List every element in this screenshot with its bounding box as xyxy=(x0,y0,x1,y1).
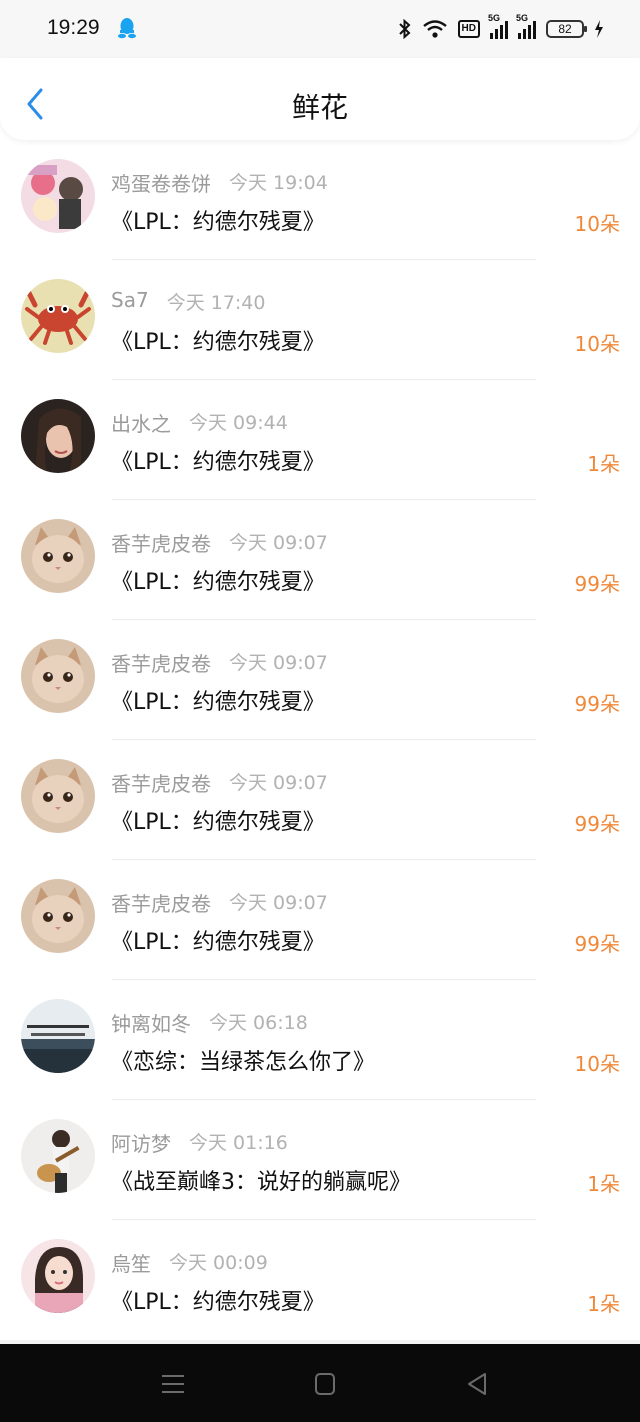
page-title: 鲜花 xyxy=(291,91,348,124)
send-time: 今天 17:40 xyxy=(166,292,266,314)
list-item[interactable]: 香芋虎皮卷 今天 09:07 《LPL：约德尔残夏》 99朵 xyxy=(0,740,640,860)
avatar[interactable] xyxy=(21,279,95,353)
avatar[interactable] xyxy=(21,1119,95,1193)
avatar[interactable] xyxy=(21,759,95,833)
avatar[interactable] xyxy=(21,1239,95,1313)
avatar[interactable] xyxy=(21,879,95,953)
signal-1-label: 5G xyxy=(488,13,501,23)
sender-name: 香芋虎皮卷 xyxy=(111,892,211,916)
item-meta: 出水之 今天 09:44 xyxy=(111,408,288,437)
signal-1-icon: 5G xyxy=(488,13,508,39)
list-item[interactable]: 出水之 今天 09:44 《LPL：约德尔残夏》 1朵 xyxy=(0,380,640,500)
send-time: 今天 09:07 xyxy=(229,772,328,794)
avatar[interactable] xyxy=(21,639,95,713)
flower-amount: 1朵 xyxy=(587,452,620,476)
sender-name: 出水之 xyxy=(111,412,171,436)
item-meta: 香芋虎皮卷 今天 09:07 xyxy=(111,648,328,677)
hd-badge: HD xyxy=(457,20,480,38)
list-item[interactable]: 香芋虎皮卷 今天 09:07 《LPL：约德尔残夏》 99朵 xyxy=(0,500,640,620)
list-item[interactable]: 钟离如冬 今天 06:18 《恋综：当绿茶怎么你了》 10朵 xyxy=(0,980,640,1100)
flower-amount: 99朵 xyxy=(574,572,620,596)
send-time: 今天 09:44 xyxy=(189,412,288,434)
header-bar: 鲜花 xyxy=(0,58,640,140)
status-bar: 19:29 HD 5G 5G 82 xyxy=(0,0,640,58)
avatar[interactable] xyxy=(21,519,95,593)
send-time: 今天 09:07 xyxy=(229,652,328,674)
book-title[interactable]: 《LPL：约德尔残夏》 xyxy=(111,684,325,716)
book-title[interactable]: 《LPL：约德尔残夏》 xyxy=(111,1284,325,1316)
wifi-icon xyxy=(422,20,447,38)
item-meta: 香芋虎皮卷 今天 09:07 xyxy=(111,528,328,557)
charging-icon xyxy=(595,20,603,38)
book-title[interactable]: 《LPL：约德尔残夏》 xyxy=(111,804,325,836)
item-meta: 香芋虎皮卷 今天 09:07 xyxy=(111,768,328,797)
book-title[interactable]: 《LPL：约德尔残夏》 xyxy=(111,564,325,596)
system-navigation-bar xyxy=(0,1344,640,1422)
book-title[interactable]: 《LPL：约德尔残夏》 xyxy=(111,924,325,956)
menu-icon[interactable] xyxy=(158,1370,188,1398)
list-item[interactable]: 鸡蛋卷卷饼 今天 19:04 《LPL：约德尔残夏》 10朵 xyxy=(0,140,640,260)
list-item[interactable]: 烏笙 今天 00:09 《LPL：约德尔残夏》 1朵 xyxy=(0,1220,640,1340)
signal-2-icon: 5G xyxy=(516,13,536,39)
flower-amount: 1朵 xyxy=(587,1172,620,1196)
flower-amount: 10朵 xyxy=(574,1052,620,1076)
book-title[interactable]: 《LPL：约德尔残夏》 xyxy=(111,324,325,356)
send-time: 今天 09:07 xyxy=(229,532,328,554)
book-title[interactable]: 《恋综：当绿茶怎么你了》 xyxy=(111,1044,375,1076)
sender-name: 阿访梦 xyxy=(111,1132,171,1156)
item-meta: 钟离如冬 今天 06:18 xyxy=(111,1008,308,1037)
send-time: 今天 00:09 xyxy=(169,1252,268,1274)
flower-amount: 99朵 xyxy=(574,692,620,716)
item-meta: 鸡蛋卷卷饼 今天 19:04 xyxy=(111,168,328,197)
book-title[interactable]: 《LPL：约德尔残夏》 xyxy=(111,204,325,236)
avatar[interactable] xyxy=(21,399,95,473)
list-item[interactable]: 香芋虎皮卷 今天 09:07 《LPL：约德尔残夏》 99朵 xyxy=(0,860,640,980)
send-time: 今天 06:18 xyxy=(209,1012,308,1034)
flower-amount: 10朵 xyxy=(574,212,620,236)
home-icon[interactable] xyxy=(310,1370,340,1398)
flower-amount: 99朵 xyxy=(574,932,620,956)
flower-list: 鸡蛋卷卷饼 今天 19:04 《LPL：约德尔残夏》 10朵 Sa7 今天 17… xyxy=(0,140,640,1344)
flower-amount: 99朵 xyxy=(574,812,620,836)
back-triangle-icon[interactable] xyxy=(463,1370,493,1398)
sender-name: 香芋虎皮卷 xyxy=(111,652,211,676)
send-time: 今天 19:04 xyxy=(229,172,328,194)
send-time: 今天 09:07 xyxy=(229,892,328,914)
signal-2-label: 5G xyxy=(516,13,529,23)
flower-amount: 1朵 xyxy=(587,1292,620,1316)
book-title[interactable]: 《战至巅峰3：说好的躺赢呢》 xyxy=(111,1164,411,1196)
sender-name: 烏笙 xyxy=(111,1252,151,1276)
status-indicators: HD 5G 5G 82 xyxy=(398,13,604,42)
sender-name: Sa7 xyxy=(111,288,149,312)
qq-icon xyxy=(118,18,136,39)
status-time: 19:29 xyxy=(47,16,100,39)
avatar[interactable] xyxy=(21,999,95,1073)
item-meta: Sa7 今天 17:40 xyxy=(111,288,265,315)
battery-level: 82 xyxy=(558,22,572,36)
book-title[interactable]: 《LPL：约德尔残夏》 xyxy=(111,444,325,476)
list-item[interactable]: Sa7 今天 17:40 《LPL：约德尔残夏》 10朵 xyxy=(0,260,640,380)
avatar[interactable] xyxy=(21,159,95,233)
send-time: 今天 01:16 xyxy=(189,1132,288,1154)
sender-name: 香芋虎皮卷 xyxy=(111,772,211,796)
flower-amount: 10朵 xyxy=(574,332,620,356)
battery-icon: 82 xyxy=(546,20,587,38)
sender-name: 鸡蛋卷卷饼 xyxy=(111,172,211,196)
item-meta: 香芋虎皮卷 今天 09:07 xyxy=(111,888,328,917)
sender-name: 钟离如冬 xyxy=(111,1012,191,1036)
bluetooth-icon xyxy=(398,19,411,39)
list-item[interactable]: 香芋虎皮卷 今天 09:07 《LPL：约德尔残夏》 99朵 xyxy=(0,620,640,740)
sender-name: 香芋虎皮卷 xyxy=(111,532,211,556)
item-meta: 烏笙 今天 00:09 xyxy=(111,1248,268,1277)
list-item[interactable]: 阿访梦 今天 01:16 《战至巅峰3：说好的躺赢呢》 1朵 xyxy=(0,1100,640,1220)
item-meta: 阿访梦 今天 01:16 xyxy=(111,1128,288,1157)
